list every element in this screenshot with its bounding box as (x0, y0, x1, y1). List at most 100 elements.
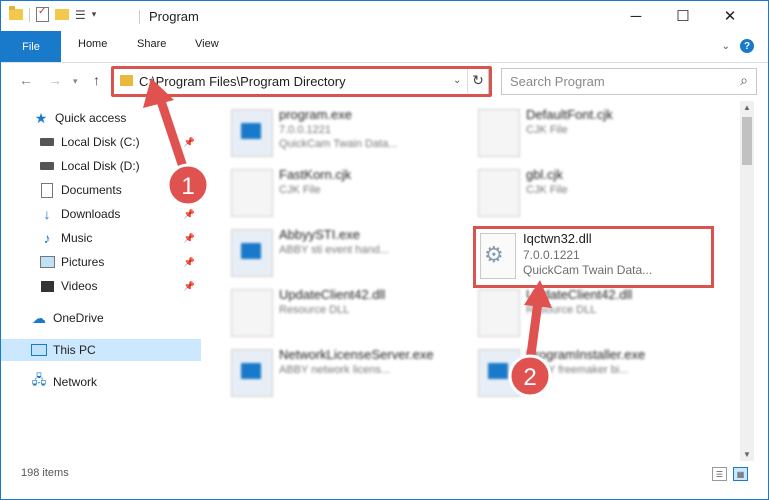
file-name: FastKorn.cjk (279, 167, 352, 182)
list-item[interactable]: program.exe 7.0.0.1221 QuickCam Twain Da… (231, 105, 466, 161)
file-name: AbbyySTI.exe (279, 227, 360, 242)
network-icon: 🖧 (31, 372, 47, 387)
exe-file-icon (478, 349, 520, 397)
minimize-button[interactable]: ─ (613, 1, 659, 31)
status-bar: 198 items ☰ ▦ (1, 463, 768, 485)
cloud-icon: ☁ (32, 309, 46, 326)
file-name: DefaultFont.cjk (526, 107, 613, 122)
sidebar-item-network[interactable]: 🖧 Network (1, 371, 201, 393)
file-icon (231, 169, 273, 217)
star-icon: ★ (34, 109, 48, 126)
refresh-icon[interactable]: ↻ (467, 68, 488, 93)
sidebar-item-label: Quick access (55, 111, 127, 125)
exe-file-icon (231, 349, 273, 397)
vertical-scrollbar[interactable]: ▲ ▼ (740, 101, 754, 461)
title-bar: ☰ ▾ Program ─ ☐ ✕ (1, 1, 768, 31)
sidebar-item-label: Documents (61, 183, 122, 197)
address-path[interactable]: C:\Program Files\Program Directory (139, 74, 346, 89)
file-detail: Resource DLL (526, 304, 597, 316)
gear-icon: ⚙ (484, 242, 504, 267)
list-item[interactable]: DefaultFont.cjk CJK File (478, 105, 713, 161)
file-icon (478, 169, 520, 217)
list-item[interactable]: AbbyySTI.exe ABBY sti event hand... (231, 225, 466, 281)
sidebar-item-documents[interactable]: Documents (1, 179, 201, 201)
list-item[interactable]: ProgramInstaller.exe ABBY freemaker bi..… (478, 345, 713, 401)
pin-icon[interactable]: 📌 (184, 137, 195, 148)
window-title: Program (149, 9, 199, 24)
sidebar-item-videos[interactable]: Videos 📌 (1, 275, 201, 297)
scroll-down-icon[interactable]: ▼ (743, 450, 751, 459)
tab-share[interactable]: Share (137, 38, 166, 50)
sidebar-item-label: Pictures (61, 255, 105, 269)
tab-home[interactable]: Home (78, 38, 107, 50)
scroll-thumb[interactable] (742, 117, 752, 165)
file-detail: ABBY freemaker bi... (526, 364, 629, 376)
sidebar-item-quick-access[interactable]: ★ Quick access (1, 107, 201, 129)
file-name: NetworkLicenseServer.exe (279, 347, 434, 362)
view-switcher: ☰ ▦ (712, 467, 748, 481)
pin-icon[interactable]: 📌 (184, 281, 195, 292)
pin-icon[interactable]: 📌 (184, 209, 195, 220)
properties-icon[interactable] (36, 6, 49, 22)
tiles-view-icon[interactable]: ▦ (733, 467, 748, 481)
sidebar-item-onedrive[interactable]: ☁ OneDrive (1, 307, 201, 329)
list-item[interactable]: gbl.cjk CJK File (478, 165, 713, 221)
sidebar-item-pictures[interactable]: Pictures 📌 (1, 251, 201, 273)
search-placeholder: Search Program (510, 74, 605, 89)
up-arrow-icon[interactable]: ↑ (93, 72, 100, 88)
pin-icon[interactable]: 📌 (184, 257, 195, 268)
quick-access-toolbar: ☰ ▾ (9, 6, 97, 22)
file-icon (478, 109, 520, 157)
chevron-down-icon[interactable]: ▾ (92, 9, 97, 20)
list-item[interactable]: UpdateClient42.dll Resource DLL (478, 285, 713, 341)
sidebar-item-local-disk-d[interactable]: Local Disk (D:) (1, 155, 201, 177)
list-item[interactable]: UpdateClient42.dll Resource DLL (231, 285, 466, 341)
maximize-button[interactable]: ☐ (660, 1, 706, 31)
sidebar-item-music[interactable]: ♪ Music 📌 (1, 227, 201, 249)
ribbon-right-controls: ⌄ ? (722, 39, 754, 53)
download-icon: ↓ (43, 206, 51, 222)
folder-icon (120, 75, 133, 86)
expand-ribbon-icon[interactable]: ⌄ (722, 41, 730, 52)
search-icon: ⌕ (740, 72, 748, 88)
dll-file-icon (231, 289, 273, 337)
sidebar-item-label: Local Disk (D:) (61, 159, 140, 173)
forward-arrow-icon[interactable]: → (48, 72, 62, 88)
customize-icon[interactable]: ☰ (75, 8, 86, 22)
back-arrow-icon[interactable]: ← (19, 72, 33, 88)
address-bar[interactable]: C:\Program Files\Program Directory ⌄ ↻ (112, 68, 489, 95)
highlighted-file-item[interactable]: ⚙ Iqctwn32.dll 7.0.0.1221 QuickCam Twain… (473, 226, 714, 288)
pc-icon (31, 344, 47, 356)
file-description: QuickCam Twain Data... (279, 138, 398, 150)
scroll-up-icon[interactable]: ▲ (743, 103, 751, 112)
list-item[interactable]: NetworkLicenseServer.exe ABBY network li… (231, 345, 466, 401)
recent-locations-icon[interactable]: ▾ (73, 76, 78, 87)
documents-icon (41, 182, 53, 198)
file-version: 7.0.0.1221 (523, 248, 580, 262)
item-count: 198 items (21, 467, 69, 479)
help-icon[interactable]: ? (740, 39, 754, 53)
sidebar-item-downloads[interactable]: ↓ Downloads 📌 (1, 203, 201, 225)
sidebar-item-label: Local Disk (C:) (61, 135, 140, 149)
address-dropdown-icon[interactable]: ⌄ (453, 75, 461, 86)
sidebar-item-local-disk-c[interactable]: Local Disk (C:) 📌 (1, 131, 201, 153)
search-input[interactable]: Search Program ⌕ (501, 68, 757, 95)
file-name: program.exe (279, 107, 352, 122)
dll-file-icon (478, 289, 520, 337)
tab-file[interactable]: File (1, 31, 61, 62)
tab-view[interactable]: View (195, 38, 219, 50)
file-description: QuickCam Twain Data... (523, 263, 653, 277)
pin-icon[interactable]: 📌 (184, 233, 195, 244)
sidebar-item-this-pc[interactable]: This PC (1, 339, 201, 361)
file-detail: CJK File (526, 184, 568, 196)
file-name: gbl.cjk (526, 167, 563, 182)
list-item[interactable]: FastKorn.cjk CJK File (231, 165, 466, 221)
file-detail: 7.0.0.1221 (279, 124, 331, 136)
navigation-pane: ★ Quick access Local Disk (C:) 📌 Local D… (1, 101, 201, 461)
close-button[interactable]: ✕ (707, 1, 753, 31)
details-view-icon[interactable]: ☰ (712, 467, 727, 481)
new-folder-icon[interactable] (55, 9, 69, 20)
file-detail: ABBY sti event hand... (279, 244, 389, 256)
exe-file-icon (231, 229, 273, 277)
folder-icon (9, 6, 23, 20)
